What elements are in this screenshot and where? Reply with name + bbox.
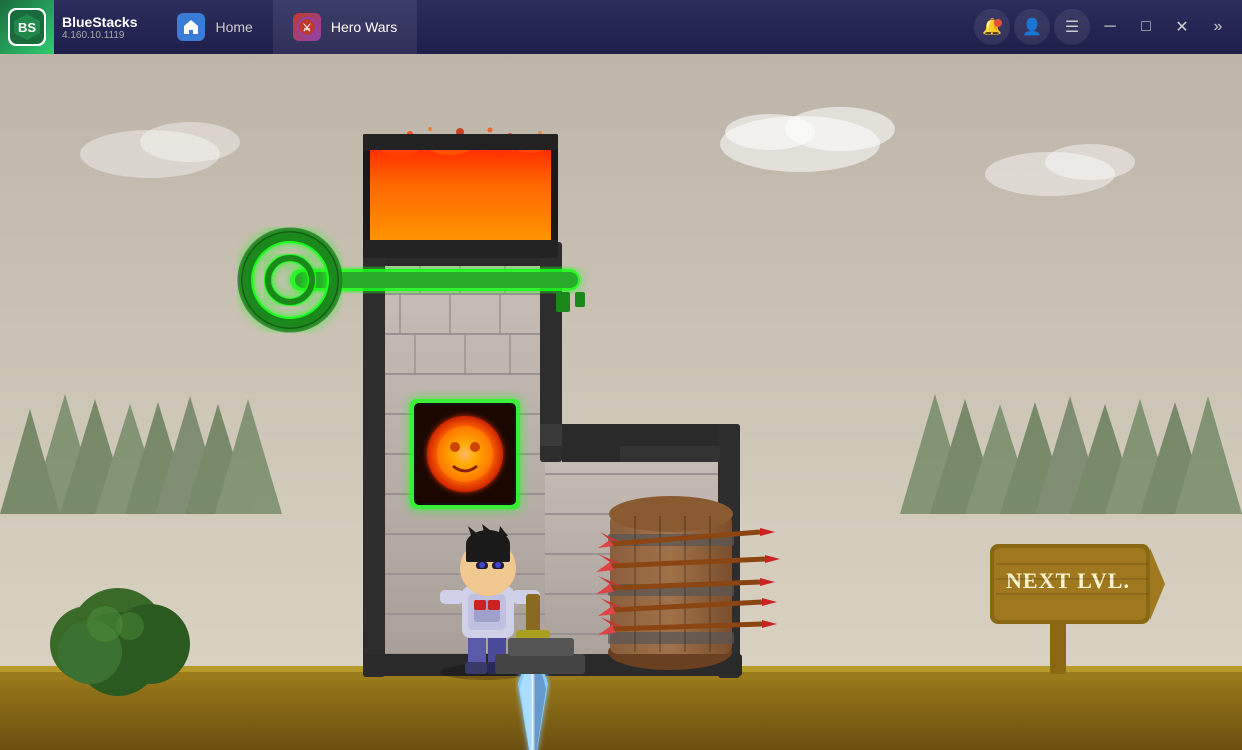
svg-text:NEXT LVL.: NEXT LVL. xyxy=(1006,568,1130,593)
more-button[interactable]: » xyxy=(1202,11,1234,43)
maximize-button[interactable]: □ xyxy=(1130,11,1162,43)
close-button[interactable]: ✕ xyxy=(1166,11,1198,43)
close-icon: ✕ xyxy=(1175,17,1188,37)
tab-home[interactable]: Home xyxy=(157,0,272,54)
titlebar: BS BlueStacks 4.160.10.1119 Home ⚔ Hero … xyxy=(0,0,1242,54)
maximize-icon: □ xyxy=(1141,18,1151,36)
titlebar-controls: 🔔 👤 ☰ ─ □ ✕ » xyxy=(974,9,1242,45)
game-area[interactable]: NEXT LVL. xyxy=(0,54,1242,750)
herowars-tab-icon: ⚔ xyxy=(293,13,321,41)
tab-herowars[interactable]: ⚔ Hero Wars xyxy=(273,0,417,54)
more-icon: » xyxy=(1214,18,1223,36)
notification-button[interactable]: 🔔 xyxy=(974,9,1010,45)
hamburger-icon: ☰ xyxy=(1065,17,1079,37)
herowars-tab-label: Hero Wars xyxy=(331,19,397,35)
notification-dot xyxy=(994,19,1002,27)
minimize-button[interactable]: ─ xyxy=(1094,11,1126,43)
game-scene: NEXT LVL. xyxy=(0,54,1242,750)
svg-text:BS: BS xyxy=(18,20,36,35)
account-button[interactable]: 👤 xyxy=(1014,9,1050,45)
bluestacks-logo: BS xyxy=(0,0,54,54)
menu-button[interactable]: ☰ xyxy=(1054,9,1090,45)
account-icon: 👤 xyxy=(1022,17,1042,37)
bluestacks-name: BlueStacks xyxy=(62,14,137,30)
minimize-icon: ─ xyxy=(1104,18,1115,36)
svg-text:⚔: ⚔ xyxy=(302,22,311,34)
bluestacks-logo-inner: BS xyxy=(8,8,46,46)
bluestacks-version: 4.160.10.1119 xyxy=(62,30,137,41)
home-tab-icon xyxy=(177,13,205,41)
home-tab-label: Home xyxy=(215,19,252,35)
bluestacks-brand: BlueStacks 4.160.10.1119 xyxy=(62,14,137,41)
